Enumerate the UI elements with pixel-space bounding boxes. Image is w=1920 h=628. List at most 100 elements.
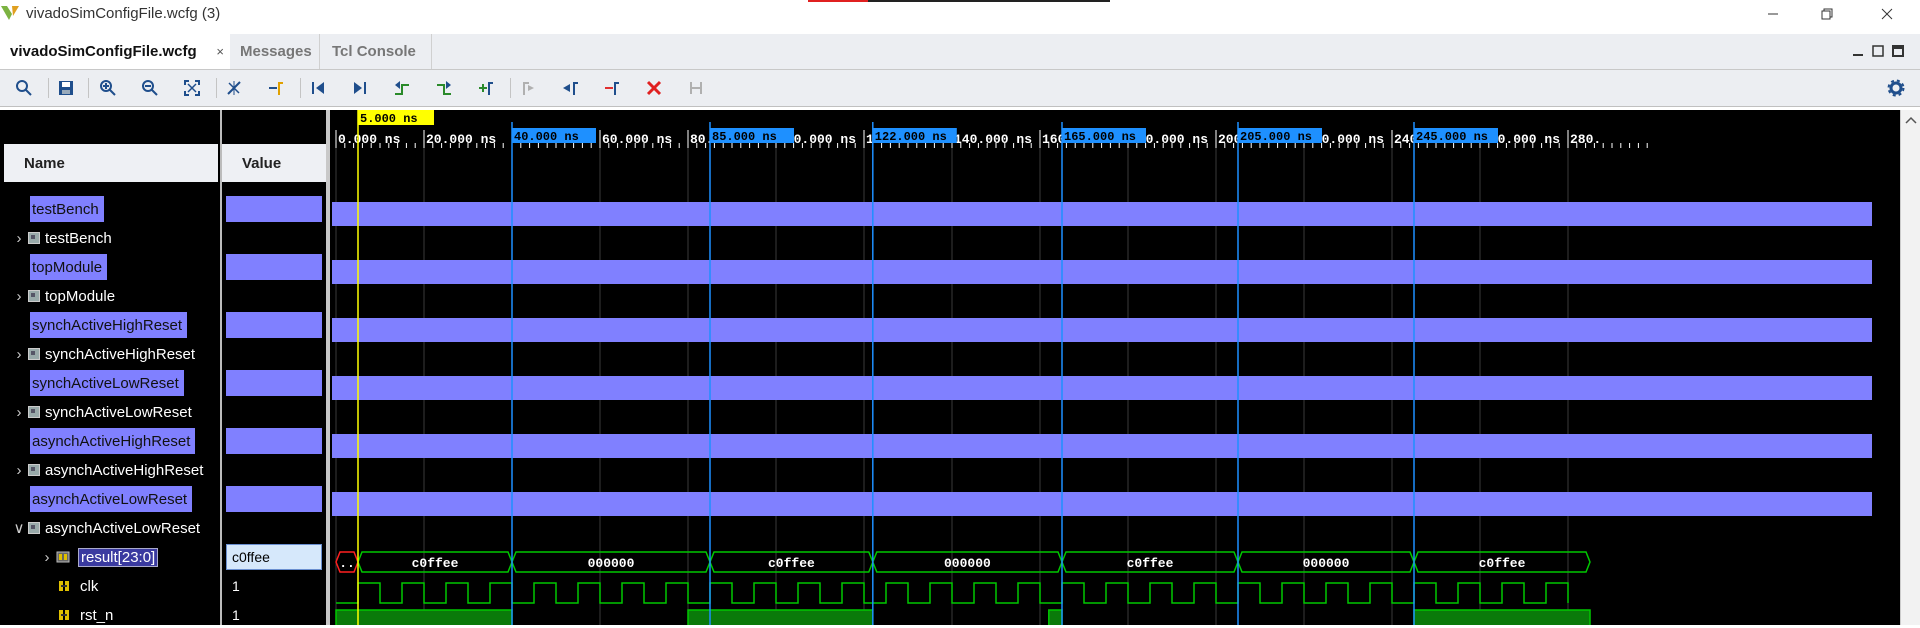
signal-row-group[interactable]: asynchActiveHighReset xyxy=(30,428,196,454)
minimize-button[interactable] xyxy=(1750,0,1796,28)
group-value-bar xyxy=(226,254,322,280)
wave-toolbar xyxy=(0,70,1920,107)
goto-last-time-button[interactable] xyxy=(346,74,374,102)
close-window-button[interactable] xyxy=(1864,0,1910,28)
clk-waveform xyxy=(336,582,1569,604)
expand-chevron-icon[interactable]: › xyxy=(12,230,26,247)
scope-module-icon xyxy=(28,348,40,360)
signal-row-bit[interactable]: rst_n xyxy=(58,602,113,628)
bus-segment-value: c0ffee xyxy=(1127,556,1174,571)
signal-row-group[interactable]: synchActiveLowReset xyxy=(30,370,184,396)
zoom-out-button[interactable] xyxy=(136,74,164,102)
previous-marker-button[interactable] xyxy=(514,74,542,102)
signal-row-scope[interactable]: › synchActiveHighReset xyxy=(12,341,196,367)
tab-wcfg[interactable]: vivadoSimConfigFile.wcfg × xyxy=(0,34,230,69)
maximize-pane-icon[interactable] xyxy=(1892,45,1904,57)
signal-row-group[interactable]: topModule xyxy=(30,254,108,280)
delete-marker-button[interactable] xyxy=(640,74,668,102)
previous-transition-icon xyxy=(395,81,409,95)
signal-row-bus[interactable]: › result[23:0] xyxy=(40,544,159,570)
cursor-to-zoom-button[interactable] xyxy=(220,74,248,102)
previous-marker-icon xyxy=(523,82,534,95)
next-transition-button[interactable] xyxy=(430,74,458,102)
signal-value: 1 xyxy=(232,578,240,594)
scope-module-icon xyxy=(28,522,40,534)
bus-segment-value: c0ffee xyxy=(412,556,459,571)
tab-messages[interactable]: Messages xyxy=(230,34,320,69)
signal-row-scope[interactable]: › topModule xyxy=(12,283,116,309)
zoom-out-icon xyxy=(142,80,158,96)
restore-pane-icon[interactable] xyxy=(1872,45,1884,57)
tab-bar: vivadoSimConfigFile.wcfg × Messages Tcl … xyxy=(0,34,1920,70)
bit-signal-icon xyxy=(59,610,69,620)
expand-chevron-icon[interactable]: › xyxy=(12,288,26,305)
tab-close-icon[interactable]: × xyxy=(216,44,224,59)
waveform-canvas[interactable]: 0.000 ns20.000 ns40.000 ns60.000 ns80.00… xyxy=(330,110,1900,625)
signal-name-label: testBench xyxy=(32,200,99,218)
signal-row-scope[interactable]: › synchActiveLowReset xyxy=(12,399,192,425)
value-column-header[interactable]: Value xyxy=(222,144,326,182)
signal-name-label: asynchActiveHighReset xyxy=(45,461,204,479)
expand-chevron-icon[interactable]: › xyxy=(12,462,26,479)
previous-transition-button[interactable] xyxy=(388,74,416,102)
settings-icon xyxy=(1887,79,1905,97)
waveform-pane[interactable]: 0.000 ns20.000 ns40.000 ns60.000 ns80.00… xyxy=(330,110,1900,625)
signal-name-label: asynchActiveLowReset xyxy=(45,519,201,537)
signal-row-scope-open[interactable]: ∨ asynchActiveLowReset xyxy=(12,515,201,541)
signal-name-label: testBench xyxy=(45,229,112,247)
rst-high-region xyxy=(687,609,874,625)
signal-name-label: rst_n xyxy=(80,606,114,624)
add-marker-button[interactable] xyxy=(472,74,500,102)
expand-chevron-icon[interactable]: › xyxy=(40,549,54,566)
next-marker-button[interactable] xyxy=(556,74,584,102)
goto-time-zero-button[interactable] xyxy=(304,74,332,102)
search-button[interactable] xyxy=(10,74,38,102)
signal-name-pane: Name testBench › testBench topModule › topMod… xyxy=(0,110,220,625)
collapse-chevron-icon[interactable]: ∨ xyxy=(12,519,26,537)
goto-last-time-icon xyxy=(354,82,366,94)
zoom-fit-icon xyxy=(184,80,200,96)
signal-row-scope[interactable]: › testBench xyxy=(12,225,112,251)
delete-marker-icon xyxy=(646,80,662,96)
rst-high-region xyxy=(1048,609,1063,625)
name-column-header[interactable]: Name xyxy=(4,144,218,182)
goto-cursor-button[interactable] xyxy=(262,74,290,102)
tab-tcl-console[interactable]: Tcl Console xyxy=(322,34,432,69)
snap-to-transition-button[interactable] xyxy=(682,74,710,102)
signal-value: 1 xyxy=(232,607,240,623)
value-column-label: Value xyxy=(242,154,282,172)
signal-row-group[interactable]: asynchActiveLowReset xyxy=(30,486,193,512)
swap-cursors-button[interactable] xyxy=(598,74,626,102)
save-button[interactable] xyxy=(52,74,80,102)
cursor-to-zoom-icon xyxy=(227,81,241,95)
group-row-bar xyxy=(332,260,1872,284)
group-value-bar xyxy=(226,428,322,454)
signal-row-group[interactable]: synchActiveHighReset xyxy=(30,312,188,338)
signal-row-bit[interactable]: clk xyxy=(58,573,98,599)
title-progress-red xyxy=(808,0,868,2)
expand-chevron-icon[interactable]: › xyxy=(12,346,26,363)
zoom-fit-button[interactable] xyxy=(178,74,206,102)
settings-button[interactable] xyxy=(1882,74,1910,102)
zoom-in-button[interactable] xyxy=(94,74,122,102)
signal-row-group[interactable]: testBench xyxy=(30,196,104,222)
scroll-up-icon[interactable] xyxy=(1901,112,1920,128)
time-marker-label: 122.000 ns xyxy=(875,130,947,144)
name-column-label: Name xyxy=(24,154,65,172)
bus-segment-value: 000000 xyxy=(588,556,635,571)
time-marker-label: 165.000 ns xyxy=(1064,130,1136,144)
signal-name-label: asynchActiveHighReset xyxy=(32,432,191,450)
signal-name-label: topModule xyxy=(45,287,116,305)
group-row-bar xyxy=(332,434,1872,458)
bit-signal-icon xyxy=(59,581,69,591)
restore-button[interactable] xyxy=(1804,0,1850,28)
expand-chevron-icon[interactable]: › xyxy=(12,404,26,421)
vertical-scrollbar[interactable] xyxy=(1900,110,1920,625)
add-marker-icon xyxy=(479,82,493,95)
signal-row-scope[interactable]: › asynchActiveHighReset xyxy=(12,457,204,483)
signal-name-label: topModule xyxy=(32,258,103,276)
signal-value-selected[interactable]: c0ffee xyxy=(226,544,322,570)
goto-time-zero-icon xyxy=(312,82,324,94)
bus-segment-value: c0ffee xyxy=(1479,556,1526,571)
minimize-pane-icon[interactable] xyxy=(1852,46,1864,58)
